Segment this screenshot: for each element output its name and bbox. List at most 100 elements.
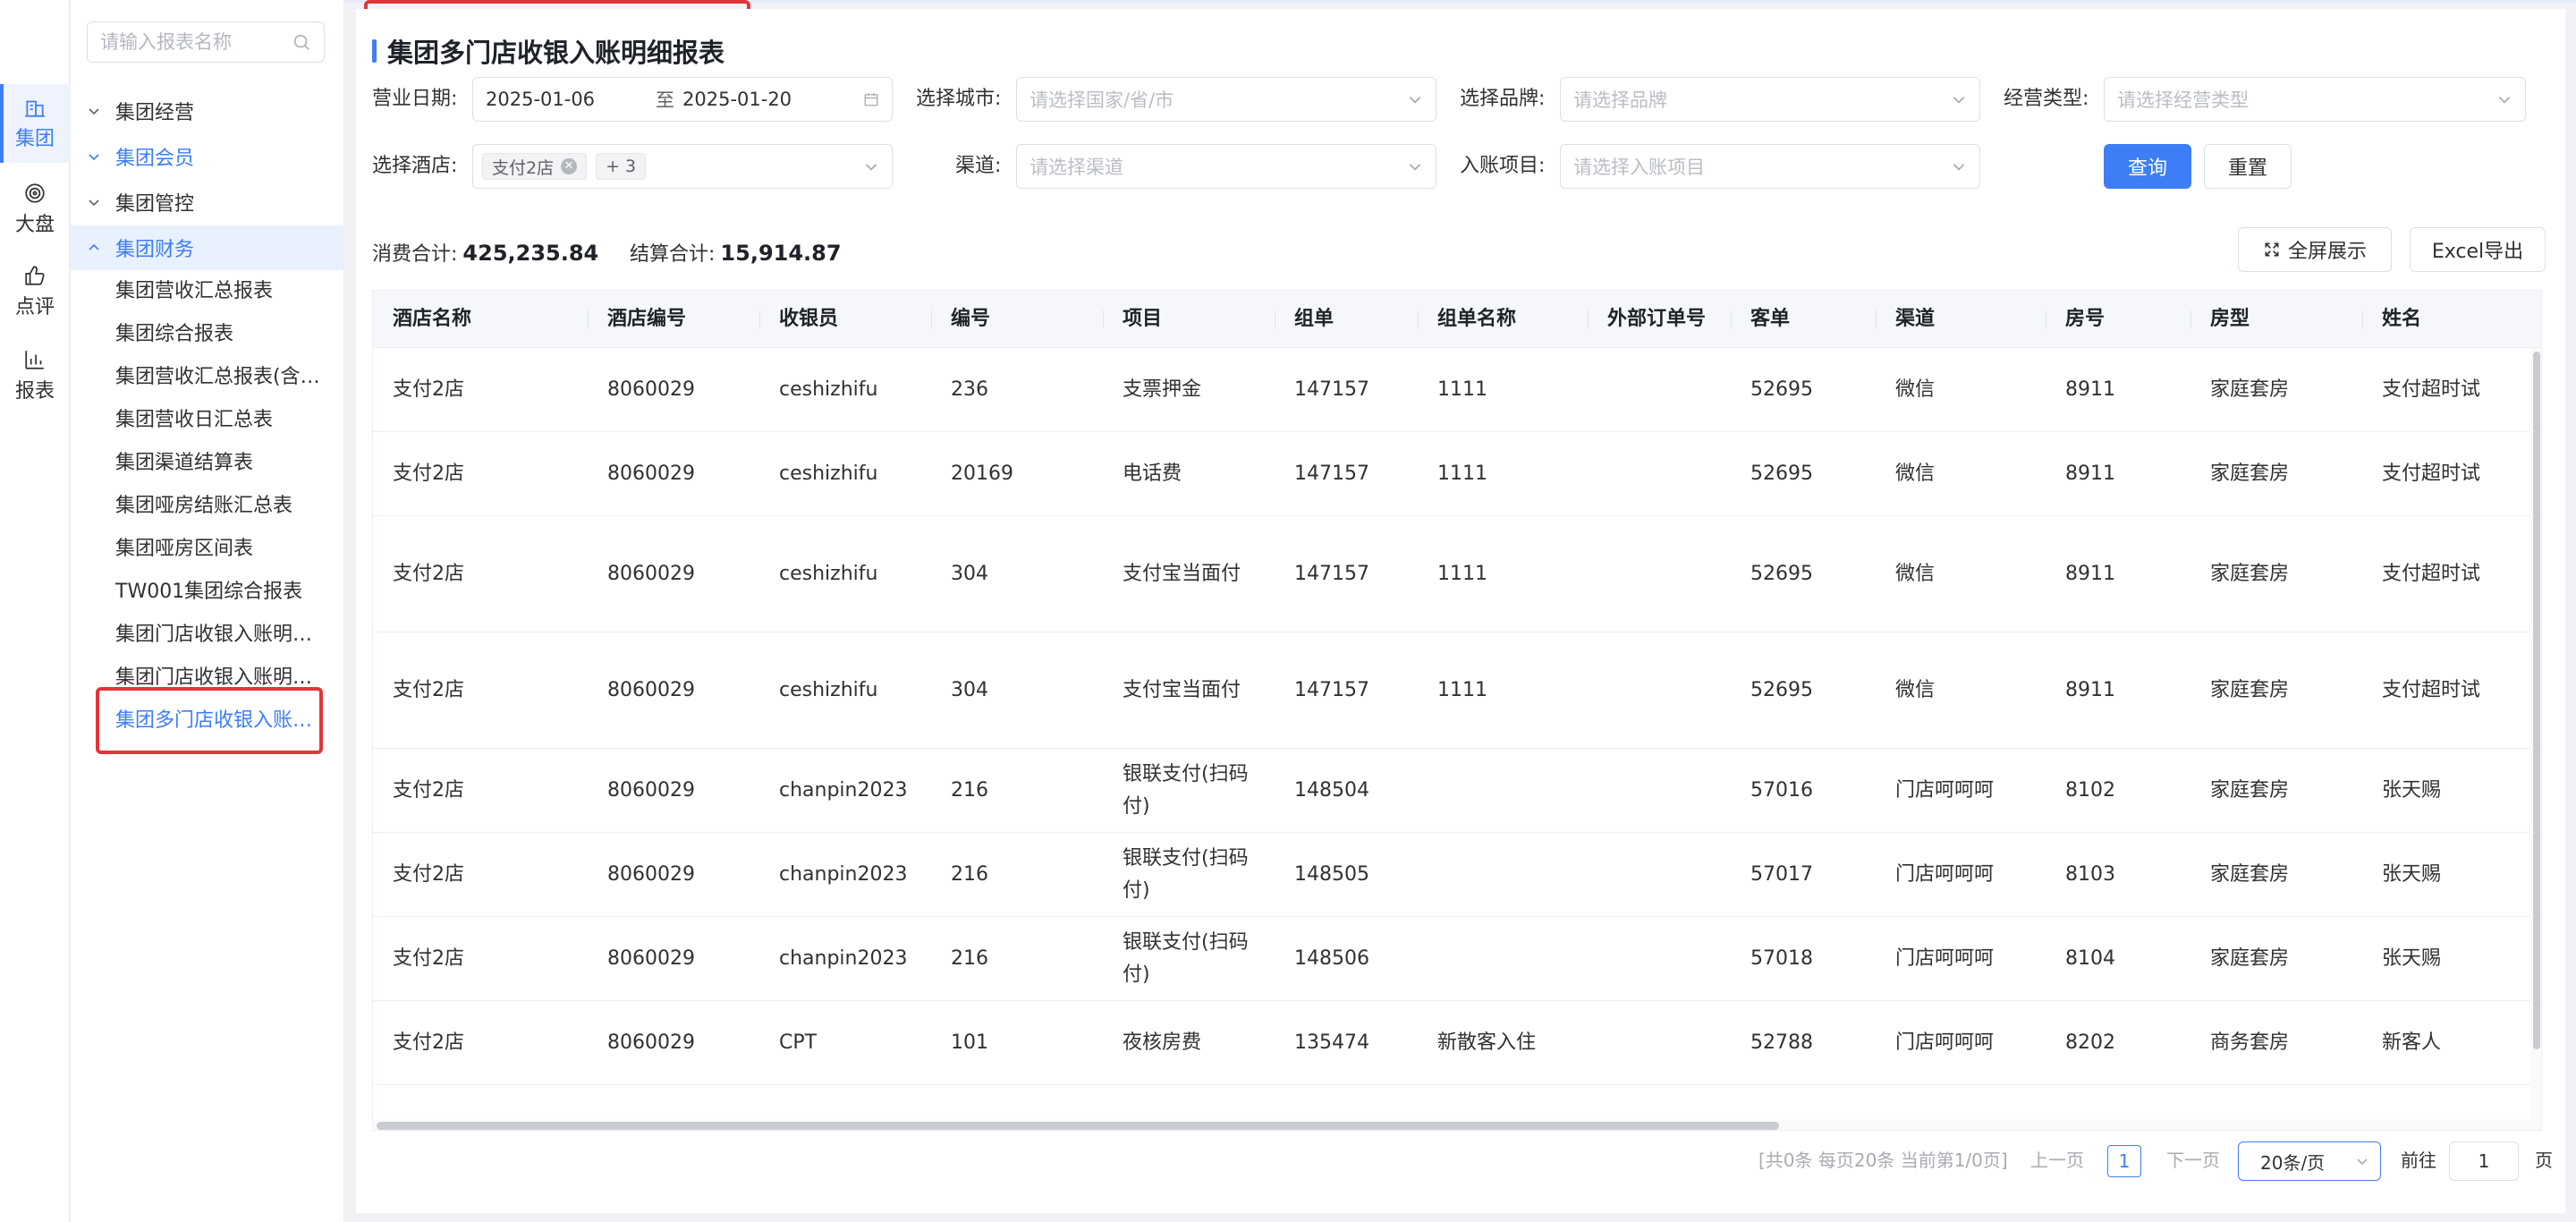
horizontal-scroll-thumb[interactable] [377, 1122, 1779, 1130]
chevron-down-icon [1409, 97, 1421, 104]
table-cell-text: 135474 [1294, 1031, 1369, 1054]
menu-item-finance-3[interactable]: 集团营收汇总报表(含… [115, 357, 339, 398]
menu-group-member[interactable]: 集团会员 [71, 134, 343, 179]
reset-button[interactable]: 重置 [2204, 144, 2292, 189]
settle-total-value: 15,914.87 [720, 241, 842, 266]
table-cell [1588, 833, 1731, 916]
goto-page-input[interactable] [2449, 1141, 2519, 1181]
table-cell: 135474 [1275, 1001, 1418, 1084]
menu-group-operation[interactable]: 集团经营 [71, 89, 343, 133]
date-range-picker[interactable]: 2025-01-06 至 2025-01-20 [472, 77, 893, 122]
table-row[interactable]: 支付2店 8060029 ceshizhifu 20169 电话费 147157 1111 5… [373, 432, 2541, 516]
table-row[interactable]: 支付2店 8060029 CPT 101 夜核房费 135474 新散客入住 52788 门店呵… [373, 1001, 2541, 1085]
table-cell: 236 [931, 348, 1103, 431]
menu-search [87, 21, 325, 63]
table-cell-text: 216 [951, 778, 988, 802]
column-header: 项目 [1103, 291, 1275, 348]
table-cell-text: 148505 [1294, 862, 1369, 886]
table-cell-text: 20169 [951, 462, 1013, 485]
menu-item-finance-5[interactable]: 集团渠道结算表 [115, 443, 339, 484]
menu-item-finance-7[interactable]: 集团哑房区间表 [115, 529, 339, 570]
table-row[interactable]: 支付2店 8060029 ceshizhifu 304 支付宝当面付 147157 1111… [373, 516, 2541, 632]
table-cell [1418, 917, 1588, 1000]
table-cell-text: 216 [951, 862, 988, 886]
menu-group-finance[interactable]: 集团财务 [71, 225, 343, 270]
table-cell: 新散客入住 [1418, 1001, 1588, 1084]
search-icon[interactable] [292, 32, 311, 52]
page-number-current[interactable]: 1 [2107, 1145, 2141, 1177]
hotel-multi-select[interactable]: 支付2店 ✕ + 3 [472, 144, 893, 189]
table-cell [1418, 833, 1588, 916]
bar-chart-icon [25, 351, 44, 369]
table-cell: 148504 [1275, 749, 1418, 832]
table-cell-text: 微信 [1895, 678, 1936, 701]
table-cell: 52695 [1731, 348, 1876, 431]
table-cell-text: 张天赐 [2382, 946, 2442, 970]
rail-item-group[interactable]: 集团 [0, 84, 70, 163]
table-row[interactable]: 支付2店 8060029 chanpin2023 216 银联支付(扫码付) 148505… [373, 833, 2541, 917]
pagination-info: [共0条 每页20条 当前第1/0页] [1758, 1150, 2008, 1171]
query-button[interactable]: 查询 [2104, 144, 2191, 189]
menu-item-finance-11-active[interactable]: 集团多门店收银入账… [115, 700, 339, 742]
page-title: 集团多门店收银入账明细报表 [372, 29, 724, 73]
table-cell: 张天赐 [2362, 833, 2532, 916]
table-cell: 147157 [1275, 348, 1418, 431]
table-cell: 银联支付(扫码付) [1103, 917, 1275, 1000]
vertical-scroll-thumb[interactable] [2533, 352, 2540, 1049]
rail-item-review[interactable]: 点评 [0, 252, 70, 331]
table-cell: 微信 [1876, 516, 2046, 632]
column-header: 外部订单号 [1588, 291, 1731, 348]
table-cell-text: 1111 [1437, 678, 1487, 701]
table-row[interactable]: 支付2店 8060029 chanpin2023 216 银联支付(扫码付) 148506… [373, 917, 2541, 1001]
table-cell-text: 52695 [1750, 562, 1813, 585]
excel-export-button[interactable]: Excel导出 [2410, 227, 2546, 272]
table-cell-text: 新客人 [2382, 1031, 2442, 1054]
table-cell: 8060029 [588, 432, 759, 515]
table-cell-text: 银联支付(扫码付) [1123, 762, 1249, 818]
column-header: 客单 [1731, 291, 1876, 348]
fullscreen-button[interactable]: 全屏展示 [2238, 227, 2392, 272]
table-cell-text: 8911 [2065, 462, 2115, 485]
menu-item-finance-10[interactable]: 集团门店收银入账明… [115, 658, 339, 699]
city-select[interactable]: 请选择国家/省/市 [1016, 77, 1436, 122]
vertical-scrollbar[interactable] [2530, 348, 2541, 1119]
table-cell-text: 家庭套房 [2210, 378, 2290, 401]
table-cell: chanpin2023 [759, 749, 931, 832]
next-page-button[interactable]: 下一页 [2166, 1141, 2220, 1180]
column-header: 组单名称 [1418, 291, 1588, 348]
table-cell: 8911 [2046, 348, 2190, 431]
menu-group-control[interactable]: 集团管控 [71, 180, 343, 225]
table-row[interactable]: 支付2店 8060029 ceshizhifu 304 支付宝当面付 147157 1111… [373, 632, 2541, 749]
table-row[interactable]: 支付2店 8060029 chanpin2023 216 银联支付(扫码付) 148504… [373, 749, 2541, 833]
table-row[interactable]: 支付2店 8060029 ceshizhifu 236 支票押金 147157 1111 52… [373, 348, 2541, 432]
horizontal-scrollbar[interactable] [373, 1119, 2541, 1130]
prev-page-button[interactable]: 上一页 [2030, 1141, 2084, 1180]
biz-type-select[interactable]: 请选择经营类型 [2104, 77, 2526, 122]
table-cell-text: ceshizhifu [779, 462, 878, 485]
brand-select[interactable]: 请选择品牌 [1560, 77, 1980, 122]
top-accent-line [0, 0, 2576, 3]
table-cell-text: 新散客入住 [1437, 1031, 1537, 1054]
tag-close-icon[interactable]: ✕ [561, 158, 578, 174]
table-cell: 8911 [2046, 632, 2190, 748]
table-cell: 147157 [1275, 516, 1418, 632]
menu-item-finance-2[interactable]: 集团综合报表 [115, 314, 339, 355]
rail-label: 大盘 [14, 214, 55, 236]
rail-item-dashboard[interactable]: 大盘 [0, 170, 70, 249]
table-cell: 8060029 [588, 917, 759, 1000]
date-start[interactable]: 2025-01-06 [486, 89, 656, 110]
menu-item-finance-4[interactable]: 集团营收日汇总表 [115, 400, 339, 441]
rail-item-report[interactable]: 报表 [0, 336, 70, 415]
menu-item-finance-9[interactable]: 集团门店收银入账明… [115, 615, 339, 656]
table-cell [1588, 917, 1731, 1000]
hotel-tag-label: 支付2店 [492, 157, 555, 178]
channel-select[interactable]: 请选择渠道 [1016, 144, 1436, 189]
menu-item-finance-6[interactable]: 集团哑房结账汇总表 [115, 486, 339, 527]
posting-item-select[interactable]: 请选择入账项目 [1560, 144, 1980, 189]
menu-search-input[interactable] [100, 31, 292, 53]
page-size-select[interactable]: 20条/页 [2238, 1141, 2381, 1181]
table-cell [1418, 749, 1588, 832]
menu-item-finance-8[interactable]: TW001集团综合报表 [115, 572, 339, 613]
menu-item-finance-1[interactable]: 集团营收汇总报表 [115, 271, 339, 312]
date-end[interactable]: 2025-01-20 [682, 89, 863, 110]
